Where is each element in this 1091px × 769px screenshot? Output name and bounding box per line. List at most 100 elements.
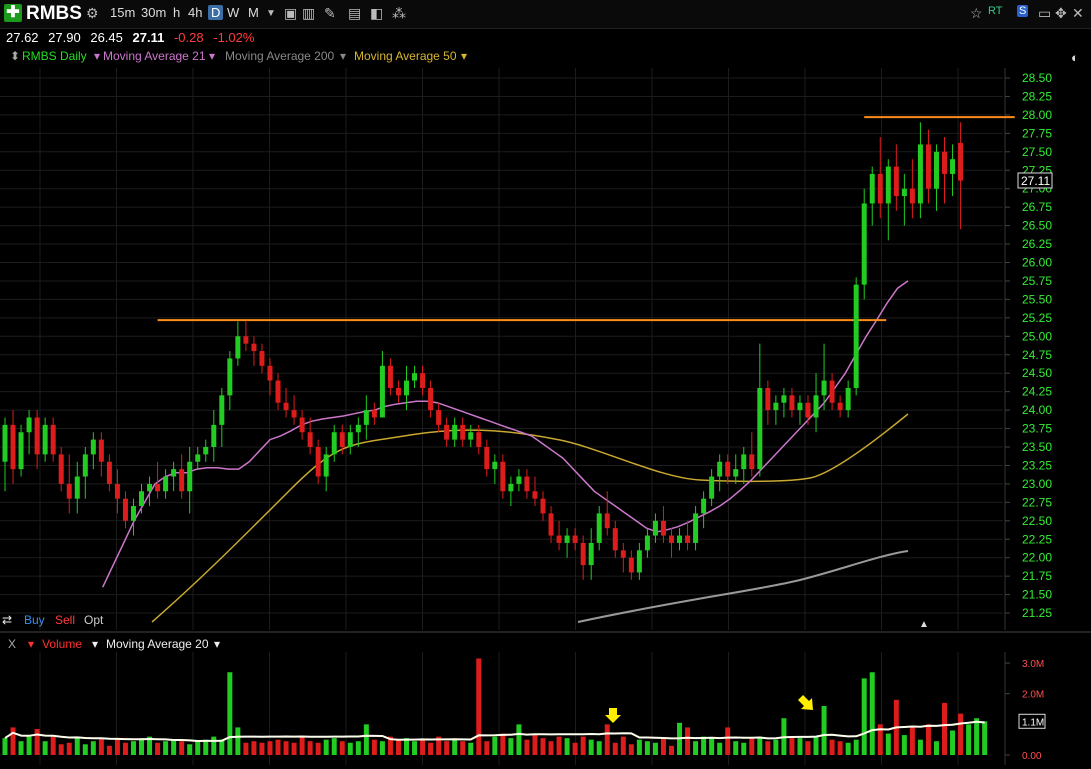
- volume-bar: [668, 745, 674, 755]
- price-tick-label: 23.00: [1022, 477, 1052, 491]
- arrow-down-icon: [605, 708, 621, 723]
- volume-bar: [339, 741, 345, 755]
- candle-body: [171, 469, 177, 477]
- move-icon[interactable]: ✥: [1055, 5, 1067, 22]
- volume-legend[interactable]: Volume: [42, 637, 82, 651]
- volume-caret-icon[interactable]: ▾: [28, 637, 34, 651]
- candle-body: [837, 402, 843, 411]
- symbol-label[interactable]: RMBS: [26, 3, 82, 25]
- candle-body: [668, 535, 674, 543]
- volume-bar: [516, 724, 522, 755]
- volume-bar: [299, 736, 305, 755]
- timeframe-w[interactable]: W: [227, 5, 239, 20]
- candle-body: [644, 535, 650, 551]
- volume-ma-menu-icon[interactable]: ▾: [214, 637, 220, 651]
- volume-bar: [58, 744, 64, 755]
- volume-bar: [685, 727, 691, 755]
- volume-bar: [307, 741, 313, 755]
- candle-body: [155, 483, 161, 492]
- volume-bar: [347, 742, 353, 755]
- candle-body: [50, 424, 56, 455]
- volume-bar: [395, 739, 401, 755]
- settings-icon[interactable]: ⚙: [86, 5, 99, 22]
- timeframe-d[interactable]: D: [208, 5, 224, 20]
- volume-bar: [500, 733, 506, 755]
- link-icon[interactable]: ⁂: [392, 5, 406, 22]
- legend-ma200[interactable]: Moving Average 200: [225, 49, 335, 63]
- candles: [2, 122, 964, 580]
- sell-button[interactable]: Sell: [55, 613, 75, 627]
- chart[interactable]: 21.25 21.50 21.75 22.00 22.25 22.50 22.75 23.00…: [0, 44, 1091, 769]
- volume-bar: [452, 739, 458, 755]
- indicators-icon[interactable]: ▥: [302, 5, 315, 22]
- ma21-path: [102, 280, 909, 588]
- volume-bar: [243, 742, 249, 755]
- volume-bar: [701, 736, 707, 755]
- volume-bar: [580, 736, 586, 755]
- volume-ma-legend[interactable]: Moving Average 20: [106, 637, 209, 651]
- volume-ma-caret-icon[interactable]: ▾: [92, 637, 98, 651]
- volume-bar: [829, 739, 835, 755]
- layout-icon[interactable]: ◧: [370, 5, 383, 22]
- candle-body: [909, 188, 915, 204]
- legend-arrow-icon[interactable]: ⬍: [10, 49, 20, 63]
- opt-button[interactable]: Opt: [84, 613, 104, 627]
- chevron-down-icon[interactable]: ▼: [266, 8, 276, 19]
- timeframe-4h[interactable]: 4h: [188, 5, 202, 20]
- s-badge-icon[interactable]: S: [1017, 5, 1029, 17]
- volume-bar: [717, 742, 723, 755]
- timeframe-m[interactable]: M: [248, 5, 259, 20]
- legend-ma21[interactable]: Moving Average 21: [103, 49, 206, 63]
- candle-body: [387, 365, 393, 388]
- chart-type-icon[interactable]: ▣: [284, 5, 297, 22]
- volume-close-button[interactable]: X: [8, 637, 16, 651]
- trade-icon[interactable]: ⇄: [2, 613, 12, 627]
- candle-body: [829, 380, 835, 403]
- candle-body: [267, 365, 273, 381]
- legend-ma50[interactable]: Moving Average 50: [354, 49, 457, 63]
- star-icon[interactable]: ☆: [970, 5, 983, 22]
- volume-tick-label: 3.0M: [1022, 659, 1044, 670]
- timeframe-h[interactable]: h: [173, 5, 180, 20]
- price-tick-label: 25.50: [1022, 292, 1052, 306]
- volume-bar: [974, 718, 980, 755]
- volume-bar: [837, 741, 843, 755]
- volume-bar: [34, 728, 40, 755]
- candle-body: [412, 373, 418, 381]
- candle-body: [893, 166, 899, 197]
- timeframe-30m[interactable]: 30m: [141, 5, 166, 20]
- buy-button[interactable]: Buy: [24, 613, 45, 627]
- volume-bar: [925, 724, 931, 755]
- candle-body: [420, 373, 426, 388]
- realtime-icon[interactable]: RT: [988, 5, 1002, 17]
- scroll-up-icon[interactable]: ▲: [919, 619, 929, 630]
- palette-icon[interactable]: ◐: [1071, 50, 1079, 65]
- drawing-icon[interactable]: ✎: [324, 5, 336, 22]
- save-icon[interactable]: ▭: [1038, 5, 1051, 22]
- volume-bar: [909, 727, 915, 755]
- volume-bar: [66, 742, 72, 755]
- volume-bar: [628, 744, 634, 755]
- candle-body: [331, 432, 337, 455]
- legend-ma50-menu-icon[interactable]: ▾: [461, 49, 467, 63]
- quote-change: -0.28: [173, 30, 204, 45]
- volume-bar: [460, 741, 466, 755]
- legend-ma21-menu-icon[interactable]: ▾: [209, 49, 215, 63]
- add-icon[interactable]: ✚: [4, 4, 22, 22]
- legend-main[interactable]: RMBS Daily: [22, 49, 87, 63]
- volume-bar: [50, 736, 56, 755]
- volume-bar: [765, 741, 771, 755]
- candle-body: [917, 144, 923, 204]
- candle-body: [468, 432, 474, 440]
- volume-bar: [90, 741, 96, 755]
- volume-bar: [805, 741, 811, 755]
- candle-body: [259, 351, 265, 366]
- volume-bar: [227, 672, 233, 755]
- candle-body: [251, 343, 257, 352]
- close-icon[interactable]: ✕: [1072, 5, 1084, 22]
- legend-ma21-caret-icon[interactable]: ▾: [94, 49, 100, 63]
- compare-icon[interactable]: ▤: [348, 5, 361, 22]
- volume-bar: [2, 738, 8, 755]
- timeframe-15m[interactable]: 15m: [110, 5, 135, 20]
- legend-ma200-menu-icon[interactable]: ▾: [340, 49, 346, 63]
